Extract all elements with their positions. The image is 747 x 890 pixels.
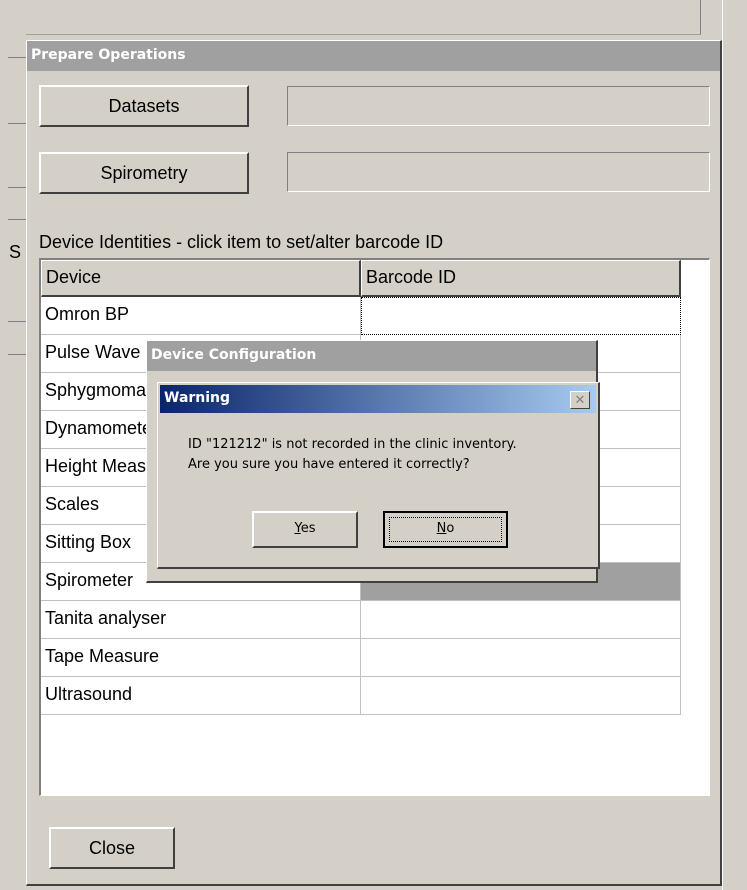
device-cell[interactable]: Tanita analyser — [41, 601, 361, 639]
datasets-button[interactable]: Datasets — [39, 85, 249, 127]
yes-button[interactable]: Yes — [252, 511, 358, 548]
background-tick — [8, 123, 26, 124]
barcode-cell[interactable] — [361, 297, 681, 335]
no-button[interactable]: No — [383, 511, 508, 548]
table-row[interactable]: Tanita analyser — [41, 601, 681, 639]
background-label: S — [9, 242, 22, 262]
table-row[interactable]: Ultrasound — [41, 677, 681, 715]
background-tick — [8, 57, 26, 58]
device-configuration-titlebar[interactable]: Device Configuration — [147, 341, 596, 371]
yes-label: es — [300, 521, 316, 536]
datasets-status-field — [287, 86, 710, 126]
background-tick — [8, 321, 26, 322]
column-header-device[interactable]: Device — [41, 260, 361, 297]
spirometry-button[interactable]: Spirometry — [39, 152, 249, 194]
close-button[interactable]: Close — [49, 827, 175, 869]
background-tick — [8, 219, 26, 220]
background-right-panel — [722, 0, 747, 890]
background-tick — [8, 354, 26, 355]
background-panel — [0, 0, 701, 35]
barcode-cell[interactable] — [361, 601, 681, 639]
barcode-cell[interactable] — [361, 639, 681, 677]
window-title: Prepare Operations — [31, 47, 186, 63]
device-list-caption: Device Identities - click item to set/al… — [39, 232, 444, 252]
device-cell[interactable]: Ultrasound — [41, 677, 361, 715]
table-row[interactable]: Tape Measure — [41, 639, 681, 677]
focus-rect — [389, 517, 502, 542]
table-row[interactable]: Omron BP — [41, 297, 681, 335]
device-cell[interactable]: Omron BP — [41, 297, 361, 335]
warning-title: Warning — [164, 390, 231, 406]
background-tick — [8, 187, 26, 188]
warning-message-line1: ID "121212" is not recorded in the clini… — [188, 437, 517, 452]
column-header-barcode[interactable]: Barcode ID — [361, 260, 681, 297]
barcode-cell[interactable] — [361, 677, 681, 715]
spirometry-status-field — [287, 152, 710, 192]
warning-dialog: Warning ✕ ID "121212" is not recorded in… — [157, 382, 600, 569]
background-left-strip — [0, 34, 26, 890]
warning-message-line2: Are you sure you have entered it correct… — [188, 457, 470, 472]
device-cell[interactable]: Tape Measure — [41, 639, 361, 677]
close-icon[interactable]: ✕ — [570, 391, 590, 409]
device-configuration-title: Device Configuration — [151, 347, 317, 363]
window-titlebar[interactable]: Prepare Operations — [27, 41, 720, 71]
warning-titlebar[interactable]: Warning ✕ — [160, 385, 596, 413]
